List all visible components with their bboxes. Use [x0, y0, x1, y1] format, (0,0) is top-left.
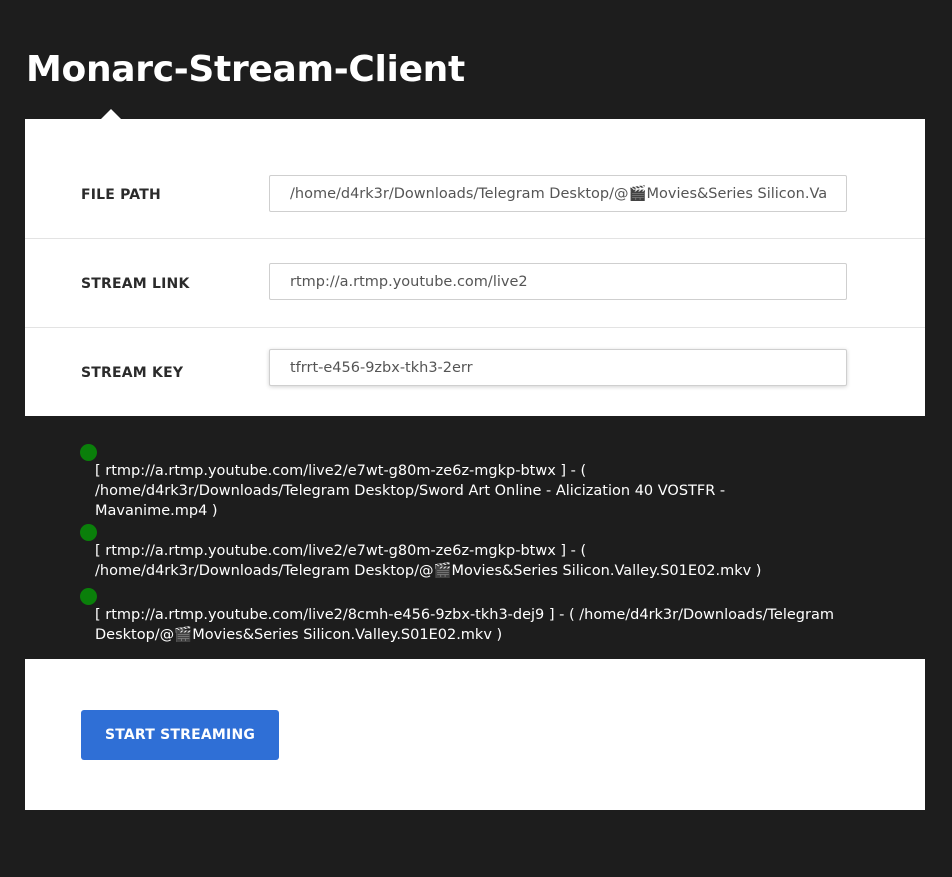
stream-key-input[interactable] — [269, 349, 847, 386]
app-title: Monarc-Stream-Client — [26, 49, 465, 90]
stream-item: [ rtmp://a.rtmp.youtube.com/live2/e7wt-g… — [80, 444, 840, 521]
stream-item-text: [ rtmp://a.rtmp.youtube.com/live2/e7wt-g… — [95, 463, 726, 519]
file-path-input[interactable] — [269, 175, 847, 212]
stream-item-text: [ rtmp://a.rtmp.youtube.com/live2/e7wt-g… — [95, 543, 762, 579]
stream-link-input[interactable] — [269, 263, 847, 300]
stream-link-label: STREAM LINK — [81, 276, 190, 292]
status-dot-icon — [80, 444, 97, 461]
file-path-row: FILE PATH — [25, 119, 925, 239]
stream-item: [ rtmp://a.rtmp.youtube.com/live2/8cmh-e… — [80, 588, 840, 645]
stream-settings-form: FILE PATH STREAM LINK STREAM KEY — [25, 119, 925, 416]
stream-key-row: STREAM KEY — [25, 328, 925, 416]
status-dot-icon — [80, 588, 97, 605]
file-path-label: FILE PATH — [81, 187, 161, 203]
stream-link-row: STREAM LINK — [25, 239, 925, 328]
stream-item-text: [ rtmp://a.rtmp.youtube.com/live2/8cmh-e… — [95, 607, 834, 643]
start-streaming-button[interactable]: START STREAMING — [81, 710, 279, 760]
stream-key-label: STREAM KEY — [81, 365, 184, 381]
action-panel: START STREAMING — [25, 659, 925, 810]
status-dot-icon — [80, 524, 97, 541]
stream-item: [ rtmp://a.rtmp.youtube.com/live2/e7wt-g… — [80, 524, 840, 581]
active-streams-list: [ rtmp://a.rtmp.youtube.com/live2/e7wt-g… — [80, 444, 840, 645]
